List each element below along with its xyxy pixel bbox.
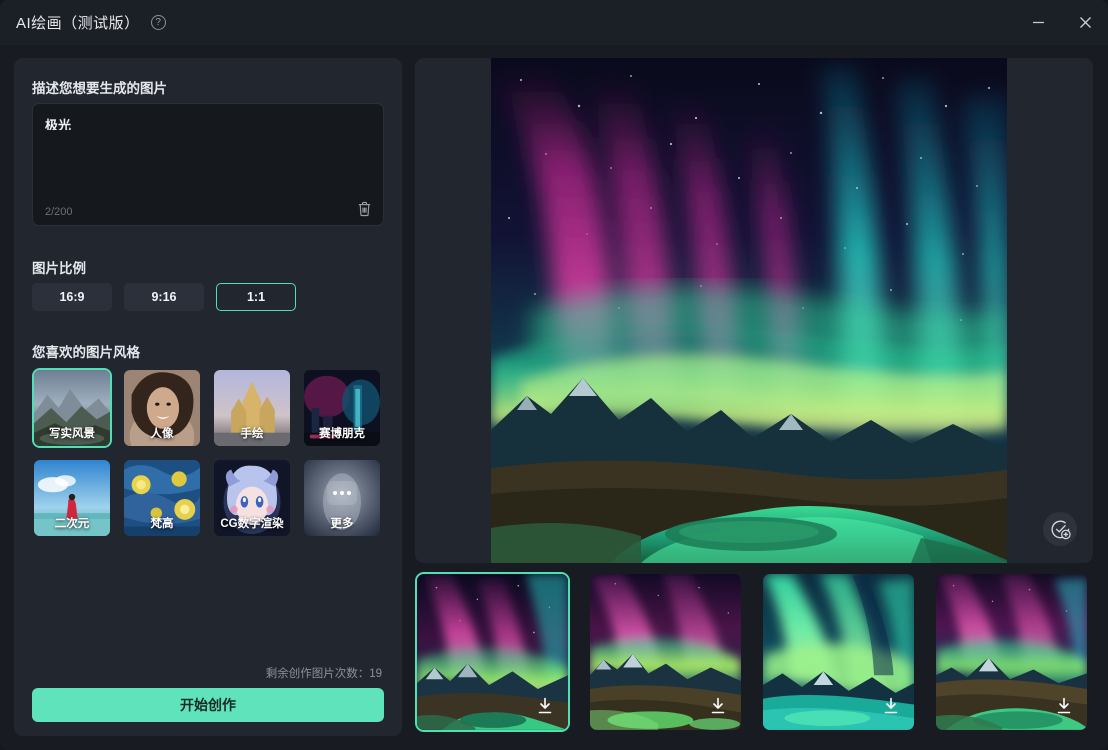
results-thumbnail-strip[interactable] — [415, 572, 1093, 736]
style-label: 您喜欢的图片风格 — [32, 345, 140, 360]
prompt-input[interactable] — [45, 115, 365, 130]
style-card-label: 人像 — [150, 428, 174, 440]
result-thumbnail-4[interactable] — [934, 572, 1089, 732]
result-thumbnail-1[interactable] — [415, 572, 570, 732]
style-card-label: CG数字渲染 — [220, 518, 284, 530]
prompt-char-counter: 2/200 — [45, 206, 73, 218]
trash-icon[interactable] — [357, 201, 372, 217]
start-create-button[interactable]: 开始创作 — [32, 688, 384, 722]
style-card-cyberpunk[interactable]: 赛博朋克 — [302, 368, 382, 448]
ratio-option-9-16[interactable]: 9:16 — [124, 283, 204, 311]
close-button[interactable] — [1062, 0, 1108, 45]
style-card-hand-drawn[interactable]: 手绘 — [212, 368, 292, 448]
window-titlebar: AI绘画（测试版） ? — [0, 0, 1108, 45]
remaining-count-text: 剩余创作图片次数：19 — [265, 668, 382, 680]
style-card-portrait[interactable]: 人像 — [122, 368, 202, 448]
check-circle-plus-icon[interactable] — [1043, 512, 1077, 546]
style-card-anime[interactable]: 二次元 — [32, 458, 112, 538]
result-thumbnail-3[interactable] — [761, 572, 916, 732]
preview-panel — [415, 58, 1093, 563]
prompt-label: 描述您想要生成的图片 — [32, 81, 167, 96]
ratio-options: 16:9 9:16 1:1 — [32, 283, 296, 311]
ratio-option-16-9[interactable]: 16:9 — [32, 283, 112, 311]
style-card-label: 赛博朋克 — [319, 428, 365, 440]
style-card-label: 梵高 — [150, 518, 174, 530]
minimize-button[interactable] — [1015, 0, 1061, 45]
window-title: AI绘画（测试版） — [16, 15, 140, 32]
style-card-van-gogh[interactable]: 梵高 — [122, 458, 202, 538]
style-card-more[interactable]: 更多 — [302, 458, 382, 538]
style-card-cg-render[interactable]: CG数字渲染 — [212, 458, 292, 538]
download-icon[interactable] — [880, 695, 902, 717]
settings-panel: 描述您想要生成的图片 2/200 图片比例 16:9 9:16 1:1 您喜欢的… — [14, 58, 402, 736]
download-icon[interactable] — [534, 695, 556, 717]
download-icon[interactable] — [1053, 695, 1075, 717]
ratio-label: 图片比例 — [32, 261, 86, 276]
style-card-label: 二次元 — [54, 518, 90, 530]
ai-drawing-window: AI绘画（测试版） ? 描述您想要生成的图片 2/200 图片比例 — [0, 0, 1108, 750]
style-card-label: 写实风景 — [49, 428, 95, 440]
style-card-label: 更多 — [330, 518, 354, 530]
question-circle-icon[interactable]: ? — [150, 15, 166, 30]
ratio-option-1-1[interactable]: 1:1 — [216, 283, 296, 311]
style-grid: 写实风景 人像 手绘 赛博朋克 二次元 梵高 CG数字渲染 更多 — [32, 368, 382, 538]
download-icon[interactable] — [707, 695, 729, 717]
prompt-input-box[interactable]: 2/200 — [32, 103, 384, 226]
generated-image-preview[interactable] — [491, 58, 1007, 563]
style-card-realistic-landscape[interactable]: 写实风景 — [32, 368, 112, 448]
result-thumbnail-2[interactable] — [588, 572, 743, 732]
ellipsis-icon — [327, 481, 357, 506]
style-card-label: 手绘 — [240, 428, 264, 440]
